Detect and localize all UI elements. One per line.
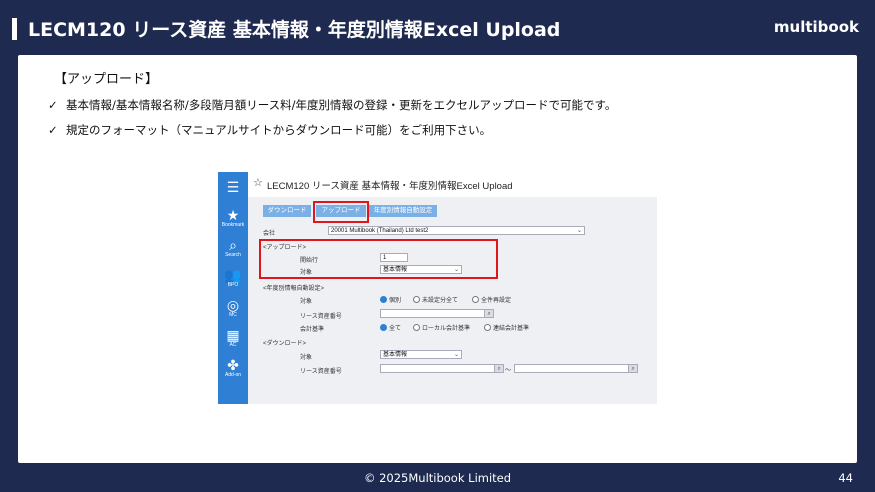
company-label: 会社 <box>263 231 276 237</box>
year-auto-section-header: <年度別情報自動設定> <box>263 286 325 292</box>
calculator-icon: ▦ <box>226 327 240 343</box>
puzzle-icon: ✤ <box>227 357 239 373</box>
title-accent-bar <box>12 18 17 40</box>
year-auto-setting-button[interactable]: 年度別情報自動設定 <box>369 205 437 217</box>
download-lease-no-label: リース資産番号 <box>300 369 342 375</box>
company-select[interactable]: 20001 Multibook (Thailand) Ltd test2 ⌄ <box>328 226 585 235</box>
slide-title: LECM120 リース資産 基本情報・年度別情報Excel Upload <box>28 19 561 41</box>
nav-ac[interactable]: ▦ AC <box>218 328 248 348</box>
users-icon: 👥 <box>224 267 242 283</box>
download-button[interactable]: ダウンロード <box>263 205 311 217</box>
sidebar: ☰ ★ Bookmark ⌕ Search 👥 BPO ◎ MC ▦ AC ✤ Add-on <box>218 172 248 404</box>
check-icon: ✓ <box>48 98 58 112</box>
footer-copyright: © 2025Multibook Limited <box>363 471 512 485</box>
download-section-header: <ダウンロード> <box>263 341 307 347</box>
nav-addon[interactable]: ✤ Add-on <box>218 358 248 378</box>
radio-consolidated-gaap[interactable]: 連結会計基準 <box>484 323 529 332</box>
search-icon: ⌕ <box>229 237 237 253</box>
nav-bookmark[interactable]: ★ Bookmark <box>218 208 248 228</box>
bullet-1: ✓ 基本情報/基本情報名称/多段階月額リース料/年度別情報の登録・更新をエクセルア… <box>48 97 616 113</box>
check-icon: ✓ <box>48 123 58 137</box>
radio-unset-all[interactable]: 未設定分全て <box>413 295 458 304</box>
page-number: 44 <box>838 471 853 485</box>
app-body: ダウンロード アップロード 年度別情報自動設定 会社 20001 Multibo… <box>248 197 657 404</box>
nav-search[interactable]: ⌕ Search <box>218 238 248 258</box>
radio-all[interactable]: 全て <box>380 323 401 332</box>
bullet-text: 規定のフォーマット（マニュアルサイトからダウンロード可能）をご利用下さい。 <box>66 123 492 137</box>
content-card: 【アップロード】 ✓ 基本情報/基本情報名称/多段階月額リース料/年度別情報の登録… <box>18 55 857 463</box>
bullet-text: 基本情報/基本情報名称/多段階月額リース料/年度別情報の登録・更新をエクセルアッ… <box>66 98 617 112</box>
bookmark-star-icon[interactable]: ☆ <box>253 176 263 189</box>
lease-no-input[interactable] <box>380 309 494 318</box>
search-icon[interactable]: ⌕ <box>484 309 494 318</box>
chevron-down-icon: ⌄ <box>576 228 582 234</box>
nav-bpo[interactable]: 👥 BPO <box>218 268 248 288</box>
star-icon: ★ <box>226 207 240 223</box>
radio-reset-all[interactable]: 全件再設定 <box>472 295 511 304</box>
brand-logo: multibook <box>773 18 859 36</box>
year-target-label: 対象 <box>300 299 313 305</box>
globe-icon: ◎ <box>226 297 240 313</box>
app-screenshot: ☰ ★ Bookmark ⌕ Search 👥 BPO ◎ MC ▦ AC ✤ Add-on… <box>218 172 657 404</box>
search-icon[interactable]: ⌕ <box>628 364 638 373</box>
app-header: ☆ LECM120 リース資産 基本情報・年度別情報Excel Upload <box>248 172 657 197</box>
radio-local-gaap[interactable]: ローカル会計基準 <box>413 323 470 332</box>
download-target-select[interactable]: 基本情報 ⌄ <box>380 350 462 359</box>
accounting-standard-label: 会計基準 <box>300 327 325 333</box>
menu-icon[interactable]: ☰ <box>218 180 248 194</box>
upload-section-highlight <box>259 239 498 279</box>
download-target-label: 対象 <box>300 355 313 361</box>
lease-no-to-input[interactable] <box>514 364 638 373</box>
lease-no-from-input[interactable] <box>380 364 504 373</box>
chevron-down-icon: ⌄ <box>453 352 459 358</box>
app-title: LECM120 リース資産 基本情報・年度別情報Excel Upload <box>267 181 513 192</box>
range-separator: 〜 <box>505 368 512 374</box>
radio-individual[interactable]: 個別 <box>380 295 401 304</box>
search-icon[interactable]: ⌕ <box>494 364 504 373</box>
lease-no-label: リース資産番号 <box>300 314 342 320</box>
upload-highlight <box>313 201 369 223</box>
bullet-2: ✓ 規定のフォーマット（マニュアルサイトからダウンロード可能）をご利用下さい。 <box>48 122 491 138</box>
section-title: 【アップロード】 <box>54 72 159 87</box>
nav-mc[interactable]: ◎ MC <box>218 298 248 318</box>
